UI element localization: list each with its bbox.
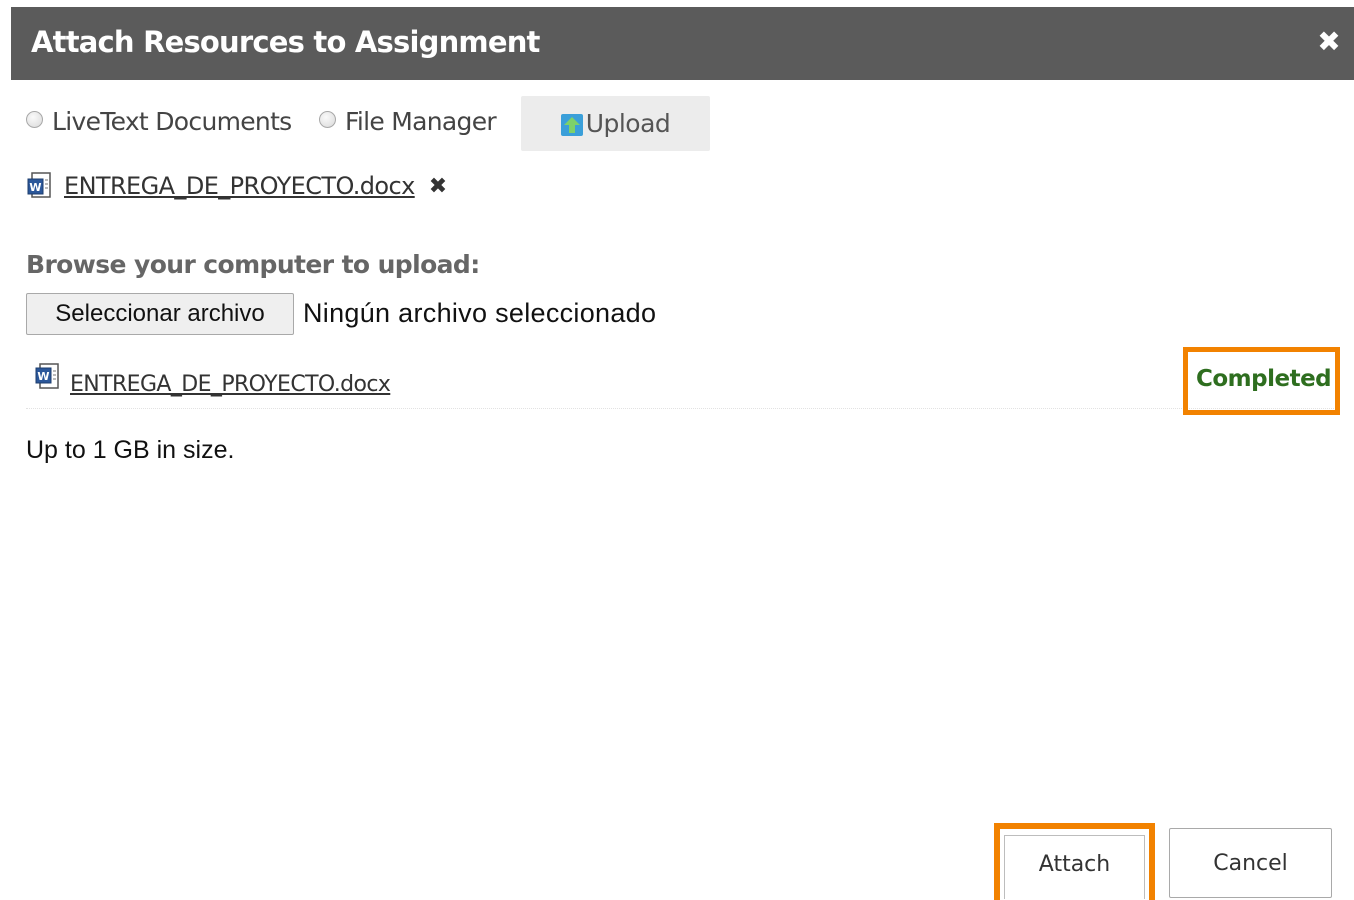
uploaded-file-link[interactable]: ENTREGA_DE_PROYECTO.docx: [70, 372, 391, 397]
no-file-selected-text: Ningún archivo seleccionado: [303, 298, 657, 328]
size-limit-note: Up to 1 GB in size.: [26, 436, 235, 464]
dialog-titlebar: Attach Resources to Assignment ✖: [11, 7, 1354, 80]
radio-livetext-documents[interactable]: LiveText Documents: [26, 106, 292, 136]
dialog-title: Attach Resources to Assignment: [31, 25, 540, 59]
radio-button[interactable]: [26, 110, 43, 128]
upload-status-badge: Completed: [1196, 366, 1332, 392]
word-document-icon: W: [26, 170, 56, 202]
upload-button-label: Upload: [585, 109, 671, 138]
svg-text:W: W: [29, 181, 41, 194]
remove-attachment-icon[interactable]: ✖: [429, 174, 447, 199]
radio-label-file-manager: File Manager: [345, 106, 497, 136]
attached-file-link[interactable]: ENTREGA_DE_PROYECTO.docx: [64, 172, 415, 200]
cancel-button[interactable]: Cancel: [1169, 828, 1332, 898]
choose-file-button[interactable]: Seleccionar archivo: [26, 293, 294, 335]
uploaded-file-item: W ENTREGA_DE_PROYECTO.docx Completed: [26, 347, 1340, 415]
radio-button[interactable]: [319, 110, 336, 128]
browse-label: Browse your computer to upload:: [26, 250, 480, 279]
attach-button[interactable]: Attach: [994, 823, 1155, 900]
radio-file-manager[interactable]: File Manager: [319, 106, 497, 136]
close-icon[interactable]: ✖: [1316, 24, 1342, 60]
svg-text:W: W: [37, 370, 49, 383]
upload-arrow-icon: [560, 113, 583, 136]
attached-file-row: W ENTREGA_DE_PROYECTO.docx ✖: [26, 168, 447, 204]
source-selector: LiveText Documents File Manager Upload: [26, 96, 726, 151]
attach-button-label: Attach: [1004, 835, 1145, 899]
attach-resources-dialog: Attach Resources to Assignment ✖ LiveTex…: [0, 0, 1354, 900]
radio-label-livetext: LiveText Documents: [52, 106, 292, 136]
word-document-icon: W: [32, 362, 62, 394]
upload-button[interactable]: Upload: [521, 96, 710, 151]
